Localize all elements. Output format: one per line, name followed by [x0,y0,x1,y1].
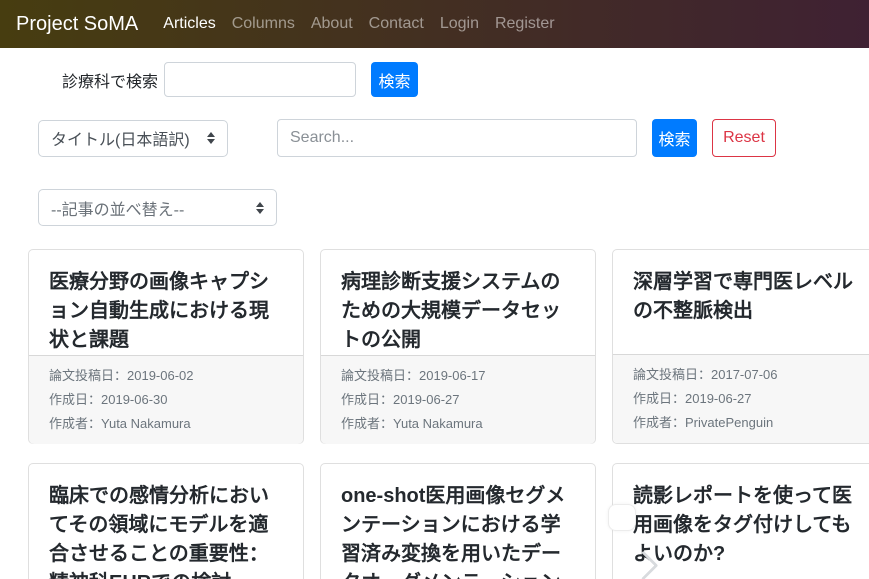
article-card[interactable]: 深層学習で専門医レベルの不整脈検出 論文投稿日：2017-07-06 作成日：2… [612,249,869,444]
nav-link-columns[interactable]: Columns [224,7,303,41]
article-meta: 論文投稿日：2017-07-06 作成日：2019-06-27 作成者：Priv… [613,354,869,443]
main-nav: Articles Columns About Contact Login Reg… [155,7,562,41]
article-card[interactable]: 医療分野の画像キャプション自動生成における現状と課題 論文投稿日：2019-06… [28,249,304,444]
keyword-search-button[interactable]: 検索 [652,119,697,157]
meta-author: 作成者：Yuta Nakamura [49,412,283,436]
meta-submitted: 論文投稿日：2019-06-02 [49,364,283,388]
nav-link-register[interactable]: Register [487,7,563,41]
meta-submitted: 論文投稿日：2019-06-17 [341,364,575,388]
article-title: one-shot医用画像セグメンテーションにおける学習済み変換を用いたデータオー… [341,482,575,579]
article-card-body: 臨床での感情分析においてその領域にモデルを適合させることの重要性：精神科EHRで… [29,464,303,579]
article-title: 深層学習で専門医レベルの不整脈検出 [633,268,867,326]
brand-link[interactable]: Project SoMA [16,13,138,36]
keyword-search-input[interactable] [277,119,637,157]
article-card-body: 深層学習で専門医レベルの不整脈検出 [613,250,869,326]
article-title: 臨床での感情分析においてその領域にモデルを適合させることの重要性：精神科EHRで… [49,482,283,579]
department-search-input[interactable] [164,62,356,97]
department-search-form: 診療科で検索 検索 [62,62,869,97]
article-card-body: 病理診断支援システムのための大規模データセットの公開 [321,250,595,355]
select-updown-icon [207,132,215,144]
meta-created: 作成日：2019-06-27 [633,387,867,411]
sort-select[interactable]: --記事の並べ替え-- [38,189,277,226]
meta-author: 作成者：Yuta Nakamura [341,412,575,436]
article-card[interactable]: 臨床での感情分析においてその領域にモデルを適合させることの重要性：精神科EHRで… [28,463,304,579]
search-field-selected-value: タイトル(日本語訳) [51,126,190,150]
article-card[interactable]: one-shot医用画像セグメンテーションにおける学習済み変換を用いたデータオー… [320,463,596,579]
article-title: 病理診断支援システムのための大規模データセットの公開 [341,268,575,355]
nav-link-about[interactable]: About [303,7,361,41]
nav-link-login[interactable]: Login [432,7,487,41]
article-title: 医療分野の画像キャプション自動生成における現状と課題 [49,268,283,355]
article-title: 読影レポートを使って医用画像をタグ付けしてもよいのか? [633,482,867,569]
meta-submitted: 論文投稿日：2017-07-06 [633,363,867,387]
department-search-label: 診療科で検索 [62,68,158,92]
article-meta: 論文投稿日：2019-06-17 作成日：2019-06-27 作成者：Yuta… [321,355,595,444]
nav-link-contact[interactable]: Contact [361,7,432,41]
nav-link-articles[interactable]: Articles [155,7,223,41]
meta-author: 作成者：PrivatePenguin [633,411,867,435]
search-field-select[interactable]: タイトル(日本語訳) [38,120,228,157]
reset-button[interactable]: Reset [712,119,776,157]
white-bubble-overlay [608,504,636,531]
article-card-body: 読影レポートを使って医用画像をタグ付けしてもよいのか? [613,464,869,569]
article-meta: 論文投稿日：2019-06-02 作成日：2019-06-30 作成者：Yuta… [29,355,303,444]
sort-form: --記事の並べ替え-- [38,189,869,226]
page: Project SoMA Articles Columns About Cont… [0,0,869,579]
article-card-body: 医療分野の画像キャプション自動生成における現状と課題 [29,250,303,355]
sort-selected-value: --記事の並べ替え-- [51,196,184,220]
navbar: Project SoMA Articles Columns About Cont… [0,0,869,48]
keyword-search-form: タイトル(日本語訳) 検索 Reset [38,119,869,157]
article-card[interactable]: 病理診断支援システムのための大規模データセットの公開 論文投稿日：2019-06… [320,249,596,444]
select-updown-icon [256,202,264,214]
meta-created: 作成日：2019-06-30 [49,388,283,412]
department-search-button[interactable]: 検索 [371,62,418,97]
article-card-body: one-shot医用画像セグメンテーションにおける学習済み変換を用いたデータオー… [321,464,595,579]
main-content: 診療科で検索 検索 タイトル(日本語訳) 検索 Reset --記事の並べ替え-… [0,62,869,579]
article-card-grid: 医療分野の画像キャプション自動生成における現状と課題 論文投稿日：2019-06… [28,249,869,579]
meta-created: 作成日：2019-06-27 [341,388,575,412]
